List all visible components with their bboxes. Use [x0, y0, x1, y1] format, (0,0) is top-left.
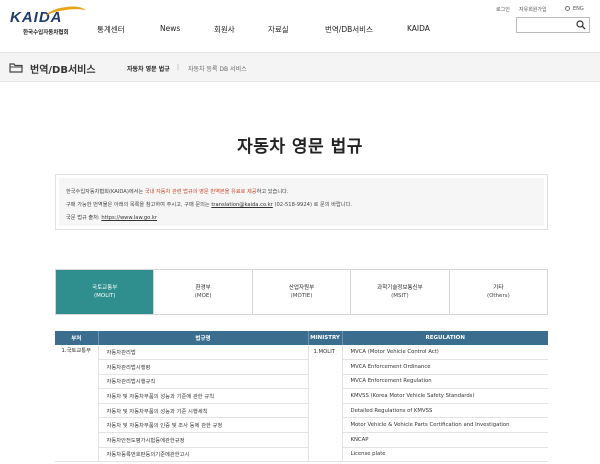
info-line-2-text: 구매 가능한 번역물은 아래의 목록을 참고하여 주시고, 구매 문의는 [66, 202, 212, 208]
table-row: 자동차관리법시행령 MVCA Enforcement Ordinance [55, 359, 548, 375]
subnav-item-registration-db[interactable]: 자동차 등록 DB 서비스 [188, 64, 247, 73]
table-row: 1.국토교통부 자동차관리법 1.MOLIT MVCA (Motor Vehic… [55, 345, 548, 463]
tab-molit[interactable]: 국토교통부 (MOLIT) [56, 270, 155, 314]
logo-subtitle: 한국수입자동차협회 [23, 30, 69, 36]
info-line-1-text: 한국수입자동차협회(KAIDA)에서는 [66, 189, 145, 195]
search-input[interactable] [516, 17, 590, 33]
table-row: 자동차 및 자동차부품의 성능과 기준 시행세칙 Detailed Regula… [55, 403, 548, 419]
info-line-3: 국문 법규 출처: https://www.law.go.kr [66, 214, 157, 221]
tab-label-en: (MSIT) [391, 293, 409, 299]
tab-motie[interactable]: 산업자원부 (MOTIE) [252, 270, 352, 314]
law-name-cell[interactable]: 자동차안전도평가시험등에관한규정 [98, 432, 308, 448]
nav-item-library[interactable]: 자료실 [268, 24, 289, 35]
login-link[interactable]: 로그인 [496, 6, 510, 13]
tab-label-ko: 과학기술정보통신부 [377, 285, 423, 291]
regulation-cell[interactable]: Detailed Regulations of KMVSS [342, 403, 548, 419]
signup-link[interactable]: 자유회원가입 [519, 6, 547, 13]
ministry-cell: 1.MOLIT [307, 345, 343, 463]
subnav-item-english-law[interactable]: 자동차 영문 법규 [127, 64, 170, 73]
tab-others[interactable]: 기타 (Others) [449, 270, 548, 314]
law-name-cell[interactable]: 자동차관리법 [98, 345, 308, 361]
tab-moe[interactable]: 환경부 (MOE) [154, 270, 253, 314]
law-name-cell[interactable]: 자동차등록번호판등의기준에관한고시 [98, 447, 308, 463]
nav-item-stats[interactable]: 통계센터 [97, 24, 125, 35]
info-line-2: 구매 가능한 번역물은 아래의 목록을 참고하여 주시고, 구매 문의는 tra… [66, 201, 352, 208]
regulation-cell[interactable]: KMVSS (Korea Motor Vehicle Safety Standa… [342, 388, 548, 404]
table-row: 자동차관리법시행규칙 MVCA Enforcement Regulation [55, 374, 548, 390]
law-source-link[interactable]: https://www.law.go.kr [101, 215, 157, 221]
nav-item-kaida[interactable]: KAIDA [407, 24, 430, 33]
logo-swoosh-icon [45, 4, 87, 24]
search-icon[interactable] [576, 20, 586, 30]
regulation-cell[interactable]: MVCA (Motor Vehicle Control Act) [342, 345, 548, 361]
tab-label-en: (Others) [486, 293, 510, 299]
table-row: 자동차안전도평가시험등에관한규정 KNCAP [55, 432, 548, 448]
tab-label-ko: 기타 [493, 285, 504, 291]
table-header-row: 부처 법규명 MINISTRY REGULATION [55, 331, 548, 345]
sub-navigation-bar: 번역/DB서비스 자동차 영문 법규 | 자동차 등록 DB 서비스 [0, 52, 600, 82]
lang-link[interactable]: ENG [573, 6, 584, 12]
regulation-cell[interactable]: License plate [342, 447, 548, 463]
tab-label-en: (MOLIT) [93, 293, 116, 299]
tab-label-ko: 환경부 [195, 285, 211, 291]
header-regulation: REGULATION [342, 331, 548, 345]
law-name-cell[interactable]: 자동차 및 자동차부품의 성능과 기준 시행세칙 [98, 403, 308, 419]
kaida-logo[interactable]: KAIDA 한국수입자동차협회 [10, 4, 90, 37]
law-name-cell[interactable]: 자동차관리법시행령 [98, 359, 308, 375]
header-division: 부처 [55, 331, 99, 345]
regulation-cell[interactable]: MVCA Enforcement Ordinance [342, 359, 548, 375]
info-line-2-end: (02-518-9924) 로 문의 바랍니다. [272, 202, 352, 208]
info-box: 한국수입자동차협회(KAIDA)에서는 국내 자동차 관련 법규의 영문 번역본… [55, 174, 548, 230]
regulation-cell[interactable]: MVCA Enforcement Regulation [342, 374, 548, 390]
tab-msit[interactable]: 과학기술정보통신부 (MSIT) [351, 270, 450, 314]
table-row: 자동차등록번호판등의기준에관한고시 License plate [55, 447, 548, 463]
tab-label-ko: 국토교통부 [92, 285, 118, 291]
ministry-tabs: 국토교통부 (MOLIT) 환경부 (MOE) 산업자원부 (MOTIE) 과학… [55, 269, 548, 315]
nav-item-members[interactable]: 회원사 [214, 24, 235, 35]
nav-item-translation[interactable]: 번역/DB서비스 [325, 24, 373, 35]
law-name-cell[interactable]: 자동차 및 자동차부품의 성능과 기준에 관한 규칙 [98, 388, 308, 404]
info-line-1-end: 하고 있습니다. [256, 189, 289, 195]
site-header: KAIDA 한국수입자동차협회 통계센터 News 회원사 자료실 번역/DB서… [0, 0, 600, 42]
table-row: 자동차 및 자동차부품의 인증 및 조사 등에 관한 규정 Motor Vehi… [55, 417, 548, 434]
table-row: 자동차 및 자동차부품의 성능과 기준에 관한 규칙 KMVSS (Korea … [55, 388, 548, 404]
email-link[interactable]: translation@kaida.co.kr [211, 202, 272, 208]
info-line-3-text: 국문 법규 출처: [66, 215, 102, 221]
regulation-cell[interactable]: Motor Vehicle & Vehicle Parts Certificat… [342, 417, 548, 434]
subnav-separator: | [177, 64, 180, 71]
info-line-1: 한국수입자동차협회(KAIDA)에서는 국내 자동차 관련 법규의 영문 번역본… [66, 188, 289, 195]
folder-icon [9, 63, 23, 73]
tab-label-en: (MOTIE) [290, 293, 313, 299]
header-law-name: 법규명 [98, 331, 309, 345]
nav-item-news[interactable]: News [160, 24, 180, 33]
regulation-cell[interactable]: KNCAP [342, 432, 548, 448]
info-box-inner: 한국수입자동차협회(KAIDA)에서는 국내 자동차 관련 법규의 영문 번역본… [59, 178, 544, 226]
law-name-cell[interactable]: 자동차관리법시행규칙 [98, 374, 308, 390]
globe-icon [565, 6, 570, 11]
tab-label-ko: 산업자원부 [288, 285, 315, 291]
utility-links: 로그인 자유회원가입 ENG [490, 6, 590, 14]
header-ministry: MINISTRY [308, 331, 343, 345]
tab-label-en: (MOE) [194, 293, 212, 299]
info-highlight: 국내 자동차 관련 법규의 영문 번역본을 유료로 제공 [144, 189, 257, 195]
page-title: 자동차 영문 법규 [237, 137, 363, 157]
law-name-cell[interactable]: 자동차 및 자동차부품의 인증 및 조사 등에 관한 규정 [98, 417, 308, 434]
section-title: 번역/DB서비스 [30, 65, 96, 76]
division-cell: 1.국토교통부 [55, 345, 99, 463]
regulation-table: 부처 법규명 MINISTRY REGULATION 1.국토교통부 자동차관리… [55, 331, 548, 463]
